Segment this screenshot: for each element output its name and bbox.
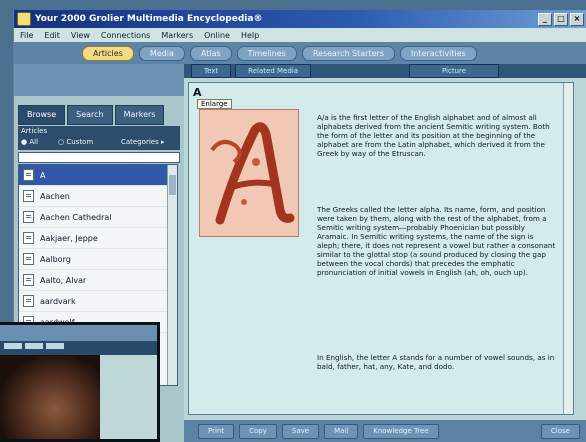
document-icon (23, 211, 34, 223)
mode-media-button[interactable]: Media (138, 45, 185, 61)
close-icon[interactable]: × (570, 12, 584, 26)
menu-help[interactable]: Help (241, 31, 259, 40)
tab-picture[interactable]: Picture (409, 64, 499, 78)
letter-a-illustration (200, 110, 298, 236)
mode-articles-button[interactable]: Articles (82, 45, 134, 61)
document-icon (23, 169, 34, 181)
list-item-label: Aachen (40, 191, 70, 201)
list-item-label: Aalborg (40, 254, 71, 264)
print-button[interactable]: Print (198, 423, 235, 439)
tab-related-media[interactable]: Related Media (235, 64, 312, 78)
list-item-label: Aakjaer, Jeppe (40, 233, 98, 243)
article-paragraph: A/a is the first letter of the English a… (317, 113, 550, 158)
tab-search[interactable]: Search (67, 105, 113, 125)
bottom-toolbar: Print Copy Save Mail Knowledge Tree Clos… (184, 420, 586, 442)
mode-atlas-button[interactable]: Atlas (189, 45, 232, 61)
scrollbar-thumb[interactable] (169, 175, 176, 195)
title-bar: Your 2000 Grolier Multimedia Encyclopedi… (14, 10, 586, 28)
overlapping-window-tabs (4, 343, 67, 349)
list-scrollbar[interactable] (167, 165, 177, 385)
menu-connections[interactable]: Connections (101, 31, 150, 40)
document-icon (23, 190, 34, 202)
minimize-icon[interactable]: _ (538, 12, 552, 26)
browse-tabs: Browse Search Markers (18, 105, 166, 125)
copy-button[interactable]: Copy (239, 423, 277, 439)
list-item[interactable]: Aachen (19, 186, 177, 207)
tab-markers[interactable]: Markers (114, 105, 165, 125)
mail-button[interactable]: Mail (324, 423, 359, 439)
overlapping-window[interactable] (0, 322, 160, 442)
article-paragraph: In English, the letter A stands for a nu… (317, 353, 555, 371)
filter-all-label: All (29, 138, 39, 146)
content-tabs: Text Related Media (191, 64, 315, 78)
mode-timelines-button[interactable]: Timelines (236, 45, 297, 61)
tab-browse[interactable]: Browse (18, 105, 66, 125)
search-input[interactable] (18, 152, 180, 163)
knowledge-tree-button[interactable]: Knowledge Tree (363, 423, 439, 439)
article-scrollbar[interactable] (563, 83, 573, 414)
menu-markers[interactable]: Markers (161, 31, 193, 40)
browse-panel-header (14, 64, 184, 96)
app-icon (17, 12, 31, 26)
list-header: Articles ● All ○ Custom Categories ▸ (18, 126, 180, 150)
menu-online[interactable]: Online (204, 31, 230, 40)
list-item-label: aardvark (40, 296, 76, 306)
mode-bar: Articles Media Atlas Timelines Research … (14, 42, 586, 64)
save-button[interactable]: Save (281, 423, 320, 439)
list-item[interactable]: aardvark (19, 291, 177, 312)
mode-research-starters-button[interactable]: Research Starters (301, 45, 395, 61)
document-icon (23, 274, 34, 286)
article-paragraph: The Greeks called the letter alpha. Its … (317, 205, 556, 277)
tab-text[interactable]: Text (191, 64, 232, 78)
list-item[interactable]: Aalborg (19, 249, 177, 270)
list-item-label: Aachen Cathedral (40, 212, 112, 222)
list-item-label: A (40, 170, 46, 180)
document-icon (23, 295, 34, 307)
list-header-label: Articles (21, 127, 48, 135)
filter-custom-radio[interactable]: ○ Custom (58, 138, 93, 146)
maximize-icon[interactable]: □ (554, 12, 568, 26)
mode-interactivities-button[interactable]: Interactivities (400, 45, 477, 61)
article-pane: A Enlarge A/a is the first letter of the… (188, 82, 574, 415)
window-title: Your 2000 Grolier Multimedia Encyclopedi… (35, 14, 263, 24)
menu-bar: File Edit View Connections Markers Onlin… (14, 28, 586, 42)
close-button[interactable]: Close (540, 423, 580, 439)
list-item[interactable]: Aalto, Alvar (19, 270, 177, 291)
categories-button[interactable]: Categories ▸ (121, 138, 164, 146)
document-icon (23, 253, 34, 265)
illuminated-letter-image[interactable] (199, 109, 299, 237)
document-icon (23, 232, 34, 244)
list-item[interactable]: Aachen Cathedral (19, 207, 177, 228)
overlapping-window-header (0, 325, 157, 341)
menu-edit[interactable]: Edit (44, 31, 60, 40)
list-item-label: Aalto, Alvar (40, 275, 87, 285)
overlapping-window-panel (100, 355, 157, 439)
article-heading: A (193, 86, 202, 99)
menu-file[interactable]: File (20, 31, 33, 40)
enlarge-button[interactable]: Enlarge (197, 99, 232, 109)
filter-custom-label: Custom (66, 138, 94, 146)
categories-label: Categories (121, 138, 159, 146)
menu-view[interactable]: View (71, 31, 90, 40)
list-item[interactable]: Aakjaer, Jeppe (19, 228, 177, 249)
portrait-photo (0, 355, 100, 439)
list-item[interactable]: A (19, 165, 177, 186)
filter-all-radio[interactable]: ● All (21, 138, 38, 146)
